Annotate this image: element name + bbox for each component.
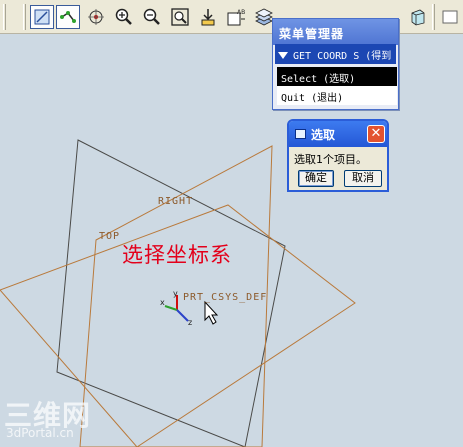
shading-icon bbox=[411, 9, 425, 26]
toolbar-grip[interactable] bbox=[23, 4, 26, 30]
ok-button[interactable]: 确定 bbox=[298, 170, 334, 187]
watermark-url: 3dPortal.cn bbox=[6, 426, 74, 440]
select-dialog-titlebar[interactable]: 选取 ✕ bbox=[289, 121, 387, 147]
csys-axis-y-label: y bbox=[173, 289, 178, 298]
datum-label-csys[interactable]: PRT_CSYS_DEF bbox=[183, 292, 267, 303]
close-icon[interactable]: ✕ bbox=[367, 125, 385, 143]
toolbar-grip[interactable] bbox=[432, 4, 435, 30]
csys-axis-z-label: z bbox=[188, 318, 192, 327]
datum-label-top[interactable]: TOP bbox=[99, 231, 120, 242]
menu-item-select[interactable]: Select (选取) bbox=[277, 67, 397, 86]
datum-point-icon bbox=[60, 11, 76, 23]
collapse-triangle-icon[interactable] bbox=[278, 52, 288, 59]
spin-center-icon bbox=[88, 9, 104, 25]
cancel-button[interactable]: 取消 bbox=[344, 170, 382, 187]
menu-header-label: GET COORD S (得到 bbox=[293, 51, 392, 62]
saved-views-button[interactable]: AB bbox=[224, 5, 248, 29]
svg-text:AB: AB bbox=[237, 9, 245, 16]
select-dialog: 选取 ✕ 选取1个项目。 确定 取消 bbox=[287, 119, 389, 192]
view-mode-icon bbox=[34, 9, 50, 25]
datum-point-button[interactable] bbox=[56, 5, 80, 29]
refit-icon bbox=[171, 8, 189, 26]
annotation-text: 选择坐标系 bbox=[122, 243, 232, 267]
csys-x-axis bbox=[164, 305, 178, 311]
datum-label-right[interactable]: RIGHT bbox=[158, 196, 193, 207]
view-mode-button[interactable] bbox=[30, 5, 54, 29]
saved-views-icon: AB bbox=[227, 9, 245, 26]
reorient-button[interactable] bbox=[196, 5, 220, 29]
csys-z-axis bbox=[176, 309, 189, 322]
refit-button[interactable] bbox=[168, 5, 192, 29]
menu-header-get-coord[interactable]: GET COORD S (得到 bbox=[275, 44, 396, 64]
select-dialog-message: 选取1个项目。 bbox=[294, 153, 367, 166]
reorient-icon bbox=[201, 9, 215, 26]
graphics-window[interactable]: y x z RIGHT TOP PRT_CSYS_DEF 选择坐标系 三维网 3… bbox=[0, 0, 463, 447]
csys-axis-x-label: x bbox=[160, 298, 165, 307]
extra-button[interactable] bbox=[438, 5, 462, 29]
zoom-in-button[interactable] bbox=[112, 5, 136, 29]
shading-button[interactable] bbox=[406, 5, 430, 29]
spin-center-button[interactable] bbox=[84, 5, 108, 29]
menu-manager-title[interactable]: 菜单管理器 bbox=[273, 19, 398, 45]
menu-item-quit[interactable]: Quit (退出) bbox=[277, 86, 397, 105]
menu-manager: 菜单管理器 GET COORD S (得到 Select (选取) Quit (… bbox=[272, 18, 399, 110]
toolbar-grip[interactable] bbox=[3, 4, 6, 30]
zoom-out-button[interactable] bbox=[140, 5, 164, 29]
zoom-in-icon bbox=[115, 8, 132, 25]
window-icon bbox=[295, 129, 306, 139]
select-dialog-title: 选取 bbox=[311, 128, 336, 142]
box-icon bbox=[442, 10, 458, 24]
zoom-out-icon bbox=[143, 8, 160, 25]
mouse-cursor-icon bbox=[204, 300, 219, 325]
layers-icon bbox=[255, 8, 273, 26]
